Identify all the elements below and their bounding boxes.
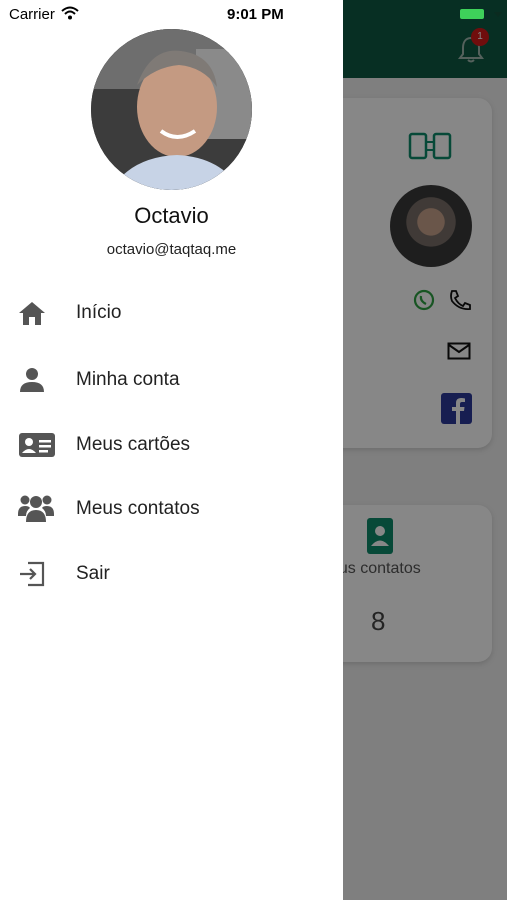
- home-icon: [19, 302, 45, 325]
- navigation-drawer: Octavio octavio@taqtaq.me Início Minha c…: [0, 0, 343, 900]
- battery-tip: [494, 12, 502, 17]
- menu-label: Meus contatos: [76, 498, 200, 519]
- logout-icon: [20, 561, 45, 587]
- clock: 9:01 PM: [227, 6, 284, 23]
- menu-item-meus-cartoes[interactable]: Meus cartões: [0, 421, 343, 469]
- menu-label: Minha conta: [76, 369, 180, 390]
- battery-icon: [460, 9, 484, 19]
- menu-item-sair[interactable]: Sair: [0, 550, 343, 598]
- menu-item-meus-contatos[interactable]: Meus contatos: [0, 485, 343, 533]
- id-card-icon: [19, 433, 55, 457]
- menu-label: Meus cartões: [76, 434, 191, 455]
- group-icon: [18, 495, 54, 522]
- carrier-label: Carrier: [9, 6, 55, 23]
- menu-label: Sair: [76, 563, 110, 584]
- profile-name: Octavio: [134, 203, 209, 228]
- avatar-photo: [91, 29, 252, 190]
- menu-item-minha-conta[interactable]: Minha conta: [0, 356, 343, 404]
- profile-avatar[interactable]: [91, 29, 252, 190]
- menu-item-inicio[interactable]: Início: [0, 289, 343, 337]
- status-bar: Carrier 9:01 PM: [0, 0, 507, 28]
- menu-label: Início: [76, 302, 122, 323]
- wifi-icon: [61, 6, 79, 20]
- profile-email: octavio@taqtaq.me: [106, 241, 237, 258]
- person-icon: [20, 368, 44, 392]
